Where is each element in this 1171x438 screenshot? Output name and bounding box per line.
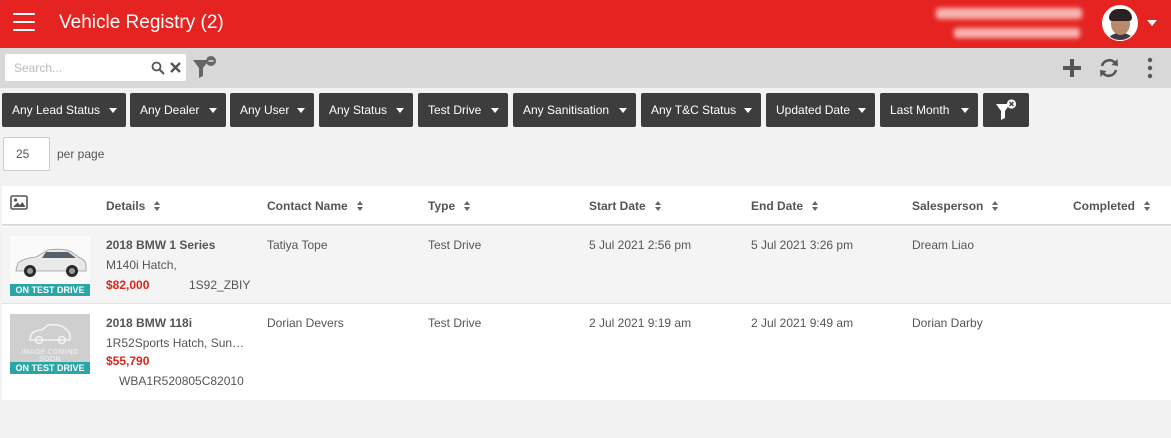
search-box	[5, 54, 186, 81]
contact-name: Dorian Devers	[267, 316, 344, 330]
status-badge: ON TEST DRIVE	[10, 362, 90, 374]
vehicle-subtitle: 1R52Sports Hatch, Sun…	[106, 336, 245, 350]
filter-dealer[interactable]: Any Dealer	[130, 93, 226, 127]
start-date: 5 Jul 2021 2:56 pm	[589, 238, 692, 252]
column-header-start-date[interactable]: Start Date	[589, 199, 662, 213]
filter-lead-status[interactable]: Any Lead Status	[2, 93, 126, 127]
chevron-down-icon	[209, 108, 217, 113]
filter-label: Any User	[240, 103, 290, 117]
column-header-type[interactable]: Type	[428, 199, 471, 213]
end-date: 5 Jul 2021 3:26 pm	[751, 238, 854, 252]
vehicle-thumbnail[interactable]: IMAGE COMING SOON ON TEST DRIVE	[10, 314, 90, 374]
sort-icon	[654, 201, 662, 212]
column-label: Completed	[1073, 199, 1136, 213]
filter-label: Any Sanitisation	[523, 103, 610, 117]
car-placeholder-icon	[29, 323, 71, 345]
add-icon[interactable]	[1062, 58, 1082, 78]
column-label: Start Date	[589, 199, 646, 213]
car-image	[10, 236, 90, 284]
start-date: 2 Jul 2021 9:19 am	[589, 316, 692, 330]
type: Test Drive	[428, 316, 482, 330]
chevron-down-icon	[619, 108, 627, 113]
filter-date-range[interactable]: Last Month	[880, 93, 978, 127]
filter-status[interactable]: Any Status	[319, 93, 413, 127]
table-row[interactable]: ON TEST DRIVE 2018 BMW 1 Series M140i Ha…	[2, 227, 1171, 304]
filter-label: Any Status	[329, 103, 388, 117]
column-label: Type	[428, 199, 456, 213]
vehicle-price: $82,000	[106, 278, 150, 292]
app-header: Vehicle Registry (2)	[0, 0, 1171, 48]
search-input[interactable]	[5, 54, 147, 81]
vehicle-price: $55,790	[106, 354, 150, 368]
table-row[interactable]: IMAGE COMING SOON ON TEST DRIVE 2018 BMW…	[2, 305, 1171, 388]
vehicle-code: 1S92_ZBIY	[189, 278, 251, 292]
clear-filters-button[interactable]	[983, 93, 1029, 127]
filter-label: Any Lead Status	[12, 103, 101, 117]
chevron-down-icon	[491, 108, 499, 113]
salesperson: Dream Liao	[912, 238, 975, 252]
vehicle-title[interactable]: 2018 BMW 1 Series	[106, 238, 215, 252]
toolbar	[0, 48, 1171, 88]
image-icon	[10, 195, 28, 210]
filter-user[interactable]: Any User	[230, 93, 314, 127]
filter-label: Any Dealer	[140, 103, 200, 117]
column-header-details[interactable]: Details	[106, 199, 161, 213]
image-placeholder-text: IMAGE COMING SOON	[21, 349, 79, 363]
sort-icon	[464, 201, 471, 212]
vehicle-table: Details Contact Name Type Start Date End…	[2, 186, 1171, 400]
sort-icon	[154, 201, 161, 212]
vehicle-subtitle: M140i Hatch,	[106, 258, 177, 272]
user-info-redacted	[934, 6, 1084, 42]
filter-label: Any T&C Status	[651, 103, 737, 117]
sort-icon	[356, 201, 364, 212]
column-label: Contact Name	[267, 199, 348, 213]
filter-sanitisation[interactable]: Any Sanitisation	[513, 93, 636, 127]
column-header-contact-name[interactable]: Contact Name	[267, 199, 364, 213]
per-page-label: per page	[57, 147, 105, 161]
chevron-down-icon	[297, 108, 305, 113]
contact-name: Tatiya Tope	[267, 238, 328, 252]
type: Test Drive	[428, 238, 482, 252]
column-label: End Date	[751, 199, 804, 213]
status-badge: ON TEST DRIVE	[10, 284, 90, 296]
vehicle-thumbnail[interactable]: ON TEST DRIVE	[10, 236, 90, 296]
filter-icon	[996, 99, 1017, 120]
chevron-down-icon	[109, 108, 117, 113]
avatar[interactable]	[1102, 5, 1138, 41]
vehicle-title[interactable]: 2018 BMW 118i	[106, 316, 192, 330]
filter-icon[interactable]	[192, 56, 218, 80]
chevron-down-icon	[858, 108, 866, 113]
column-header-salesperson[interactable]: Salesperson	[912, 199, 999, 213]
end-date: 2 Jul 2021 9:49 am	[751, 316, 854, 330]
filter-tc-status[interactable]: Any T&C Status	[641, 93, 761, 127]
table-header: Details Contact Name Type Start Date End…	[2, 186, 1171, 226]
clear-icon[interactable]	[169, 61, 182, 74]
sort-icon	[992, 201, 999, 212]
column-label: Salesperson	[912, 199, 984, 213]
chevron-down-icon	[961, 108, 969, 113]
filter-date-field[interactable]: Updated Date	[766, 93, 875, 127]
filter-label: Test Drive	[428, 103, 482, 117]
column-header-completed[interactable]: Completed	[1073, 199, 1151, 213]
filter-label: Last Month	[890, 103, 950, 117]
chevron-down-icon	[744, 108, 752, 113]
refresh-icon[interactable]	[1098, 57, 1120, 79]
sort-icon	[1144, 201, 1151, 212]
kebab-menu-icon[interactable]	[1146, 57, 1154, 79]
column-label: Details	[106, 199, 146, 213]
filter-label: Updated Date	[776, 103, 851, 117]
sort-icon	[812, 201, 819, 212]
user-menu-chevron-down-icon[interactable]	[1147, 20, 1157, 26]
vehicle-code: WBA1R520805C82010	[119, 374, 244, 388]
column-header-end-date[interactable]: End Date	[751, 199, 819, 213]
salesperson: Dorian Darby	[912, 316, 983, 330]
page-title: Vehicle Registry (2)	[59, 12, 224, 33]
chevron-down-icon	[396, 108, 404, 113]
filter-type[interactable]: Test Drive	[418, 93, 508, 127]
per-page-input[interactable]	[3, 137, 50, 171]
search-icon[interactable]	[151, 61, 165, 75]
hamburger-menu-icon[interactable]	[13, 13, 35, 33]
